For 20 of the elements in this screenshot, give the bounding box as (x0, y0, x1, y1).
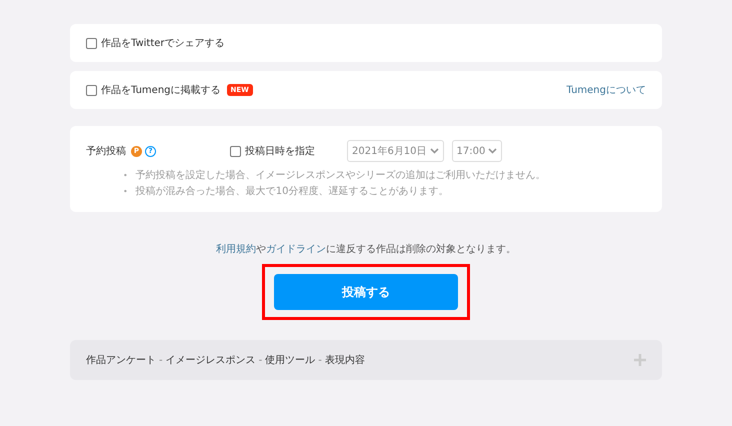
details-accordion[interactable]: 作品アンケート - イメージレスポンス - 使用ツール - 表現内容 (70, 340, 662, 380)
plus-icon (634, 354, 646, 366)
bullet: • (123, 170, 128, 182)
note-text: 予約投稿を設定した場合、イメージレスポンスやシリーズの追加はご利用いただけません。 (136, 168, 546, 183)
accordion-title: 作品アンケート - イメージレスポンス - 使用ツール - 表現内容 (86, 354, 365, 367)
checkbox-label: 投稿日時を指定 (245, 144, 315, 158)
checkbox[interactable] (86, 38, 97, 48)
option-label: 作品をTumengに掲載する (101, 84, 221, 97)
note-text: 投稿が混み合った場合、最大で10分程度、遅延することがあります。 (136, 184, 448, 199)
chevron-down-icon (488, 148, 498, 154)
option-label: 作品をTwitterでシェアする (101, 37, 225, 50)
schedule-label: 予約投稿 (86, 144, 126, 158)
about-link[interactable]: Tumengについて (566, 83, 646, 97)
chevron-down-icon (430, 148, 439, 154)
checkbox[interactable] (86, 84, 97, 96)
submit-button[interactable]: 投稿する (274, 274, 458, 310)
terms-link[interactable]: 利用規約 (216, 244, 256, 255)
bullet: • (123, 186, 128, 198)
terms-link[interactable]: ガイドライン (266, 244, 326, 255)
terms-notice: 利用規約やガイドラインに違反する作品は削除の対象となります。 (215, 242, 517, 256)
